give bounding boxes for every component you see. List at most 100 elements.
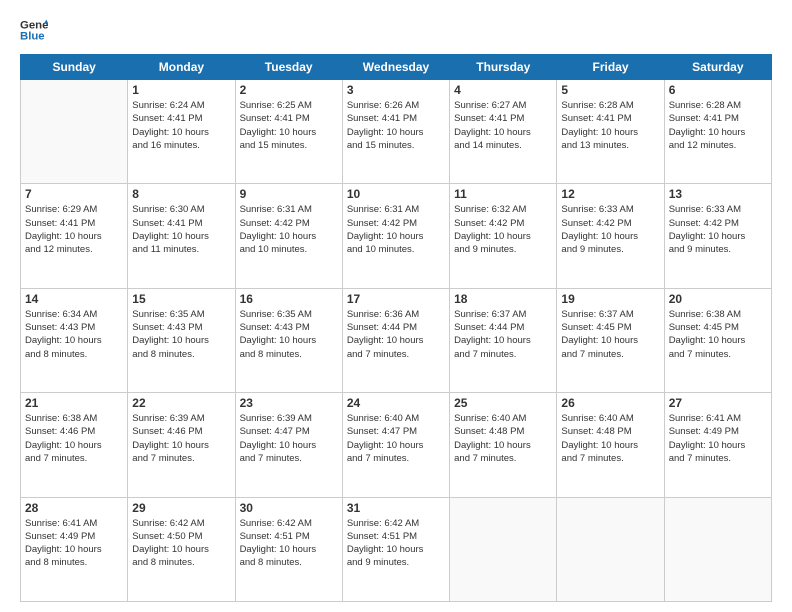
day-number: 14 [25,292,123,306]
calendar-cell: 20Sunrise: 6:38 AM Sunset: 4:45 PM Dayli… [664,288,771,392]
day-info: Sunrise: 6:28 AM Sunset: 4:41 PM Dayligh… [669,99,767,152]
calendar-table: SundayMondayTuesdayWednesdayThursdayFrid… [20,54,772,602]
day-number: 26 [561,396,659,410]
day-info: Sunrise: 6:24 AM Sunset: 4:41 PM Dayligh… [132,99,230,152]
calendar-week-1: 1 Sunrise: 6:24 AM Sunset: 4:41 PM Daylig… [21,80,772,184]
calendar-cell: 11 Sunrise: 6:32 AM Sunset: 4:42 PM Dayli… [450,184,557,288]
day-info: Sunrise: 6:34 AM Sunset: 4:43 PM Dayligh… [25,308,123,361]
day-info: Sunrise: 6:31 AM Sunset: 4:42 PM Dayligh… [347,203,445,256]
day-number: 3 [347,83,445,97]
logo: General Blue [20,16,52,44]
day-number: 29 [132,501,230,515]
day-info: Sunrise: 6:38 AM Sunset: 4:46 PM Dayligh… [25,412,123,465]
calendar-cell [450,497,557,601]
day-number: 18 [454,292,552,306]
calendar-cell: 22 Sunrise: 6:39 AM Sunset: 4:46 PM Dayli… [128,393,235,497]
calendar-cell: 31 Sunrise: 6:42 AM Sunset: 4:51 PM Dayli… [342,497,449,601]
day-info: Sunrise: 6:37 AM Sunset: 4:45 PM Dayligh… [561,308,659,361]
calendar-week-2: 7 Sunrise: 6:29 AM Sunset: 4:41 PM Daylig… [21,184,772,288]
day-info: Sunrise: 6:33 AM Sunset: 4:42 PM Dayligh… [669,203,767,256]
day-number: 23 [240,396,338,410]
day-info: Sunrise: 6:27 AM Sunset: 4:41 PM Dayligh… [454,99,552,152]
calendar-cell: 23 Sunrise: 6:39 AM Sunset: 4:47 PM Dayli… [235,393,342,497]
day-number: 30 [240,501,338,515]
calendar-cell: 16Sunrise: 6:35 AM Sunset: 4:43 PM Dayli… [235,288,342,392]
calendar-cell: 9 Sunrise: 6:31 AM Sunset: 4:42 PM Daylig… [235,184,342,288]
day-number: 31 [347,501,445,515]
day-number: 7 [25,187,123,201]
day-number: 11 [454,187,552,201]
calendar-cell [21,80,128,184]
svg-text:General: General [20,19,48,31]
calendar-header-sunday: Sunday [21,55,128,80]
day-info: Sunrise: 6:39 AM Sunset: 4:47 PM Dayligh… [240,412,338,465]
day-number: 9 [240,187,338,201]
day-number: 17 [347,292,445,306]
day-number: 22 [132,396,230,410]
calendar-cell: 27Sunrise: 6:41 AM Sunset: 4:49 PM Dayli… [664,393,771,497]
calendar-cell: 7 Sunrise: 6:29 AM Sunset: 4:41 PM Daylig… [21,184,128,288]
calendar-cell: 19 Sunrise: 6:37 AM Sunset: 4:45 PM Dayli… [557,288,664,392]
calendar-cell: 15 Sunrise: 6:35 AM Sunset: 4:43 PM Dayli… [128,288,235,392]
day-number: 2 [240,83,338,97]
calendar-header-monday: Monday [128,55,235,80]
calendar-header-wednesday: Wednesday [342,55,449,80]
day-info: Sunrise: 6:42 AM Sunset: 4:50 PM Dayligh… [132,517,230,570]
day-number: 16 [240,292,338,306]
day-info: Sunrise: 6:33 AM Sunset: 4:42 PM Dayligh… [561,203,659,256]
day-number: 1 [132,83,230,97]
day-info: Sunrise: 6:41 AM Sunset: 4:49 PM Dayligh… [669,412,767,465]
day-info: Sunrise: 6:39 AM Sunset: 4:46 PM Dayligh… [132,412,230,465]
calendar-cell: 6 Sunrise: 6:28 AM Sunset: 4:41 PM Daylig… [664,80,771,184]
day-info: Sunrise: 6:40 AM Sunset: 4:47 PM Dayligh… [347,412,445,465]
header: General Blue [20,16,772,44]
calendar-cell: 1 Sunrise: 6:24 AM Sunset: 4:41 PM Daylig… [128,80,235,184]
calendar-cell: 2 Sunrise: 6:25 AM Sunset: 4:41 PM Daylig… [235,80,342,184]
calendar-cell: 13Sunrise: 6:33 AM Sunset: 4:42 PM Dayli… [664,184,771,288]
day-info: Sunrise: 6:28 AM Sunset: 4:41 PM Dayligh… [561,99,659,152]
calendar-header-friday: Friday [557,55,664,80]
calendar-cell: 12Sunrise: 6:33 AM Sunset: 4:42 PM Dayli… [557,184,664,288]
calendar-cell: 29 Sunrise: 6:42 AM Sunset: 4:50 PM Dayli… [128,497,235,601]
svg-text:Blue: Blue [20,31,45,43]
calendar-cell [557,497,664,601]
day-number: 19 [561,292,659,306]
calendar-header-row: SundayMondayTuesdayWednesdayThursdayFrid… [21,55,772,80]
calendar-week-4: 21 Sunrise: 6:38 AM Sunset: 4:46 PM Dayli… [21,393,772,497]
day-info: Sunrise: 6:30 AM Sunset: 4:41 PM Dayligh… [132,203,230,256]
day-number: 8 [132,187,230,201]
day-number: 21 [25,396,123,410]
day-number: 10 [347,187,445,201]
day-number: 6 [669,83,767,97]
calendar-cell: 17Sunrise: 6:36 AM Sunset: 4:44 PM Dayli… [342,288,449,392]
calendar-cell: 28 Sunrise: 6:41 AM Sunset: 4:49 PM Dayli… [21,497,128,601]
day-info: Sunrise: 6:38 AM Sunset: 4:45 PM Dayligh… [669,308,767,361]
calendar-cell: 14 Sunrise: 6:34 AM Sunset: 4:43 PM Dayli… [21,288,128,392]
day-info: Sunrise: 6:25 AM Sunset: 4:41 PM Dayligh… [240,99,338,152]
calendar-cell: 25Sunrise: 6:40 AM Sunset: 4:48 PM Dayli… [450,393,557,497]
day-info: Sunrise: 6:35 AM Sunset: 4:43 PM Dayligh… [132,308,230,361]
day-number: 25 [454,396,552,410]
calendar-cell [664,497,771,601]
day-info: Sunrise: 6:37 AM Sunset: 4:44 PM Dayligh… [454,308,552,361]
day-info: Sunrise: 6:42 AM Sunset: 4:51 PM Dayligh… [347,517,445,570]
day-info: Sunrise: 6:26 AM Sunset: 4:41 PM Dayligh… [347,99,445,152]
calendar-cell: 24 Sunrise: 6:40 AM Sunset: 4:47 PM Dayli… [342,393,449,497]
calendar-cell: 10 Sunrise: 6:31 AM Sunset: 4:42 PM Dayli… [342,184,449,288]
day-info: Sunrise: 6:31 AM Sunset: 4:42 PM Dayligh… [240,203,338,256]
day-info: Sunrise: 6:42 AM Sunset: 4:51 PM Dayligh… [240,517,338,570]
logo-icon: General Blue [20,16,48,44]
day-number: 28 [25,501,123,515]
calendar-week-3: 14 Sunrise: 6:34 AM Sunset: 4:43 PM Dayli… [21,288,772,392]
calendar-week-5: 28 Sunrise: 6:41 AM Sunset: 4:49 PM Dayli… [21,497,772,601]
day-info: Sunrise: 6:41 AM Sunset: 4:49 PM Dayligh… [25,517,123,570]
calendar-cell: 4 Sunrise: 6:27 AM Sunset: 4:41 PM Daylig… [450,80,557,184]
calendar-cell: 5Sunrise: 6:28 AM Sunset: 4:41 PM Daylig… [557,80,664,184]
day-number: 4 [454,83,552,97]
day-number: 15 [132,292,230,306]
calendar-header-thursday: Thursday [450,55,557,80]
day-number: 24 [347,396,445,410]
day-info: Sunrise: 6:29 AM Sunset: 4:41 PM Dayligh… [25,203,123,256]
day-info: Sunrise: 6:32 AM Sunset: 4:42 PM Dayligh… [454,203,552,256]
calendar-header-tuesday: Tuesday [235,55,342,80]
